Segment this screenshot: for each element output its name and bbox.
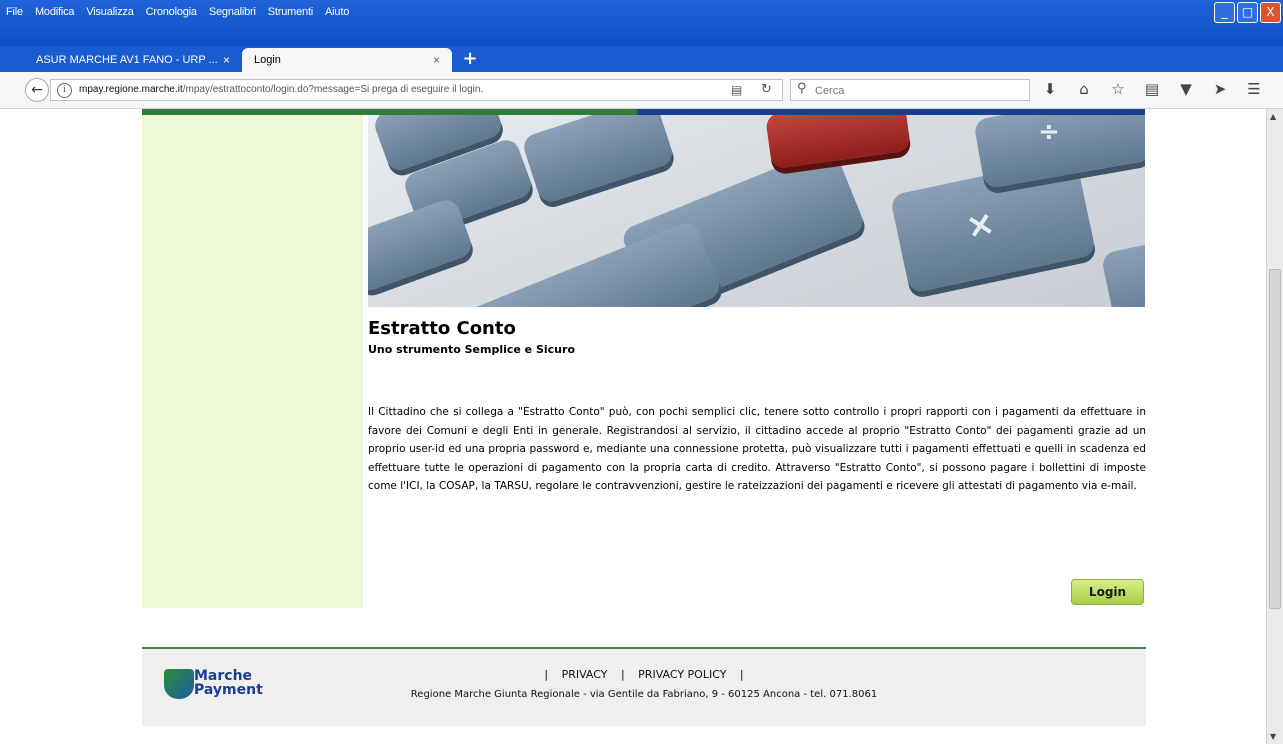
menu-modifica[interactable]: Modifica	[35, 6, 75, 18]
menu-segnalibri[interactable]: Segnalibri	[209, 6, 256, 18]
tab-login[interactable]: Login ×	[242, 48, 452, 72]
footer-separator: |	[739, 668, 744, 681]
menu-cronologia[interactable]: Cronologia	[146, 6, 197, 18]
privacy-policy-link[interactable]: PRIVACY POLICY	[638, 668, 726, 681]
hamburger-menu-icon[interactable]: ☰	[1244, 80, 1264, 98]
tab-title: Login	[254, 54, 281, 66]
search-icon: ⚲	[797, 81, 807, 96]
page-subtitle: Uno strumento Semplice e Sicuro	[368, 343, 575, 356]
footer: Marche Payment | PRIVACY | PRIVACY POLIC…	[142, 649, 1146, 726]
bookmarks-menu-icon[interactable]: ▤	[1142, 80, 1162, 98]
tab-close-icon[interactable]: ×	[433, 48, 440, 72]
service-description: Il Cittadino che si collega a "Estratto …	[368, 406, 1146, 492]
search-input[interactable]	[813, 82, 1017, 100]
url-text: mpay.regione.marche.it/mpay/estrattocont…	[79, 80, 483, 100]
home-icon[interactable]: ⌂	[1074, 80, 1094, 98]
info-icon[interactable]: i	[57, 83, 72, 98]
intro-section: Estratto Conto Uno strumento Semplice e …	[368, 317, 1146, 356]
calculator-key	[520, 115, 676, 205]
login-button[interactable]: Login	[1071, 579, 1144, 605]
calculator-key	[1100, 237, 1145, 307]
download-icon[interactable]: ⬇	[1040, 80, 1060, 98]
menu-bar: File Modifica Visualizza Cronologia Segn…	[6, 6, 349, 18]
url-bar[interactable]: i mpay.regione.marche.it/mpay/estrattoco…	[50, 79, 783, 101]
window-controls: _ □ X	[1214, 2, 1281, 23]
bookmark-star-icon[interactable]: ☆	[1108, 80, 1128, 98]
menu-visualizza[interactable]: Visualizza	[86, 6, 134, 18]
minimize-button[interactable]: _	[1214, 2, 1235, 23]
left-sidebar	[142, 115, 363, 608]
toolbar-icons: ⬇ ⌂ ☆ ▤ ▼ ➤ ☰	[1040, 80, 1264, 98]
divide-symbol-icon: ÷	[1038, 117, 1060, 147]
reload-icon[interactable]: ↻	[761, 82, 772, 97]
footer-links: | PRIVACY | PRIVACY POLICY |	[142, 668, 1146, 681]
close-window-button[interactable]: X	[1260, 2, 1281, 23]
url-domain: mpay.regione.marche.it	[79, 84, 183, 95]
calculator-key	[368, 196, 475, 294]
tab-asur-marche[interactable]: ASUR MARCHE AV1 FANO - URP ... ×	[24, 48, 242, 72]
page-title: Estratto Conto	[368, 318, 516, 339]
maximize-button[interactable]: □	[1237, 2, 1258, 23]
menu-file[interactable]: File	[6, 6, 23, 18]
tab-strip: ASUR MARCHE AV1 FANO - URP ... × Login ×…	[0, 46, 1283, 72]
scroll-up-arrow-icon[interactable]: ▲	[1270, 112, 1276, 121]
calculator-key	[452, 219, 724, 307]
calculator-hero-image: + × ÷	[368, 115, 1145, 307]
footer-separator: |	[544, 668, 549, 681]
vertical-scrollbar[interactable]: ▲ ▼	[1266, 109, 1283, 744]
scroll-down-arrow-icon[interactable]: ▼	[1270, 732, 1276, 741]
menu-aiuto[interactable]: Aiuto	[325, 6, 349, 18]
send-tab-icon[interactable]: ➤	[1210, 80, 1230, 98]
back-arrow-icon[interactable]: ←	[25, 78, 49, 102]
footer-address: Regione Marche Giunta Regionale - via Ge…	[410, 689, 878, 700]
url-path: /mpay/estrattoconto/login.do?message=Si …	[182, 84, 484, 95]
tab-close-icon[interactable]: ×	[223, 48, 230, 72]
scrollbar-thumb[interactable]	[1269, 269, 1281, 609]
reader-view-icon[interactable]: ▤	[731, 83, 742, 97]
navigation-toolbar: ← i mpay.regione.marche.it/mpay/estratto…	[0, 72, 1283, 109]
footer-separator: |	[620, 668, 625, 681]
pocket-icon[interactable]: ▼	[1176, 80, 1196, 98]
menu-strumenti[interactable]: Strumenti	[268, 6, 313, 18]
window-titlebar: File Modifica Visualizza Cronologia Segn…	[0, 0, 1283, 46]
privacy-link[interactable]: PRIVACY	[562, 668, 608, 681]
search-bar[interactable]: ⚲	[790, 79, 1030, 101]
new-tab-button[interactable]: +	[460, 50, 480, 70]
page-viewport: + × ÷ Estratto Conto Uno strumento Sempl…	[0, 109, 1266, 744]
tab-title: ASUR MARCHE AV1 FANO - URP ...	[36, 54, 218, 66]
